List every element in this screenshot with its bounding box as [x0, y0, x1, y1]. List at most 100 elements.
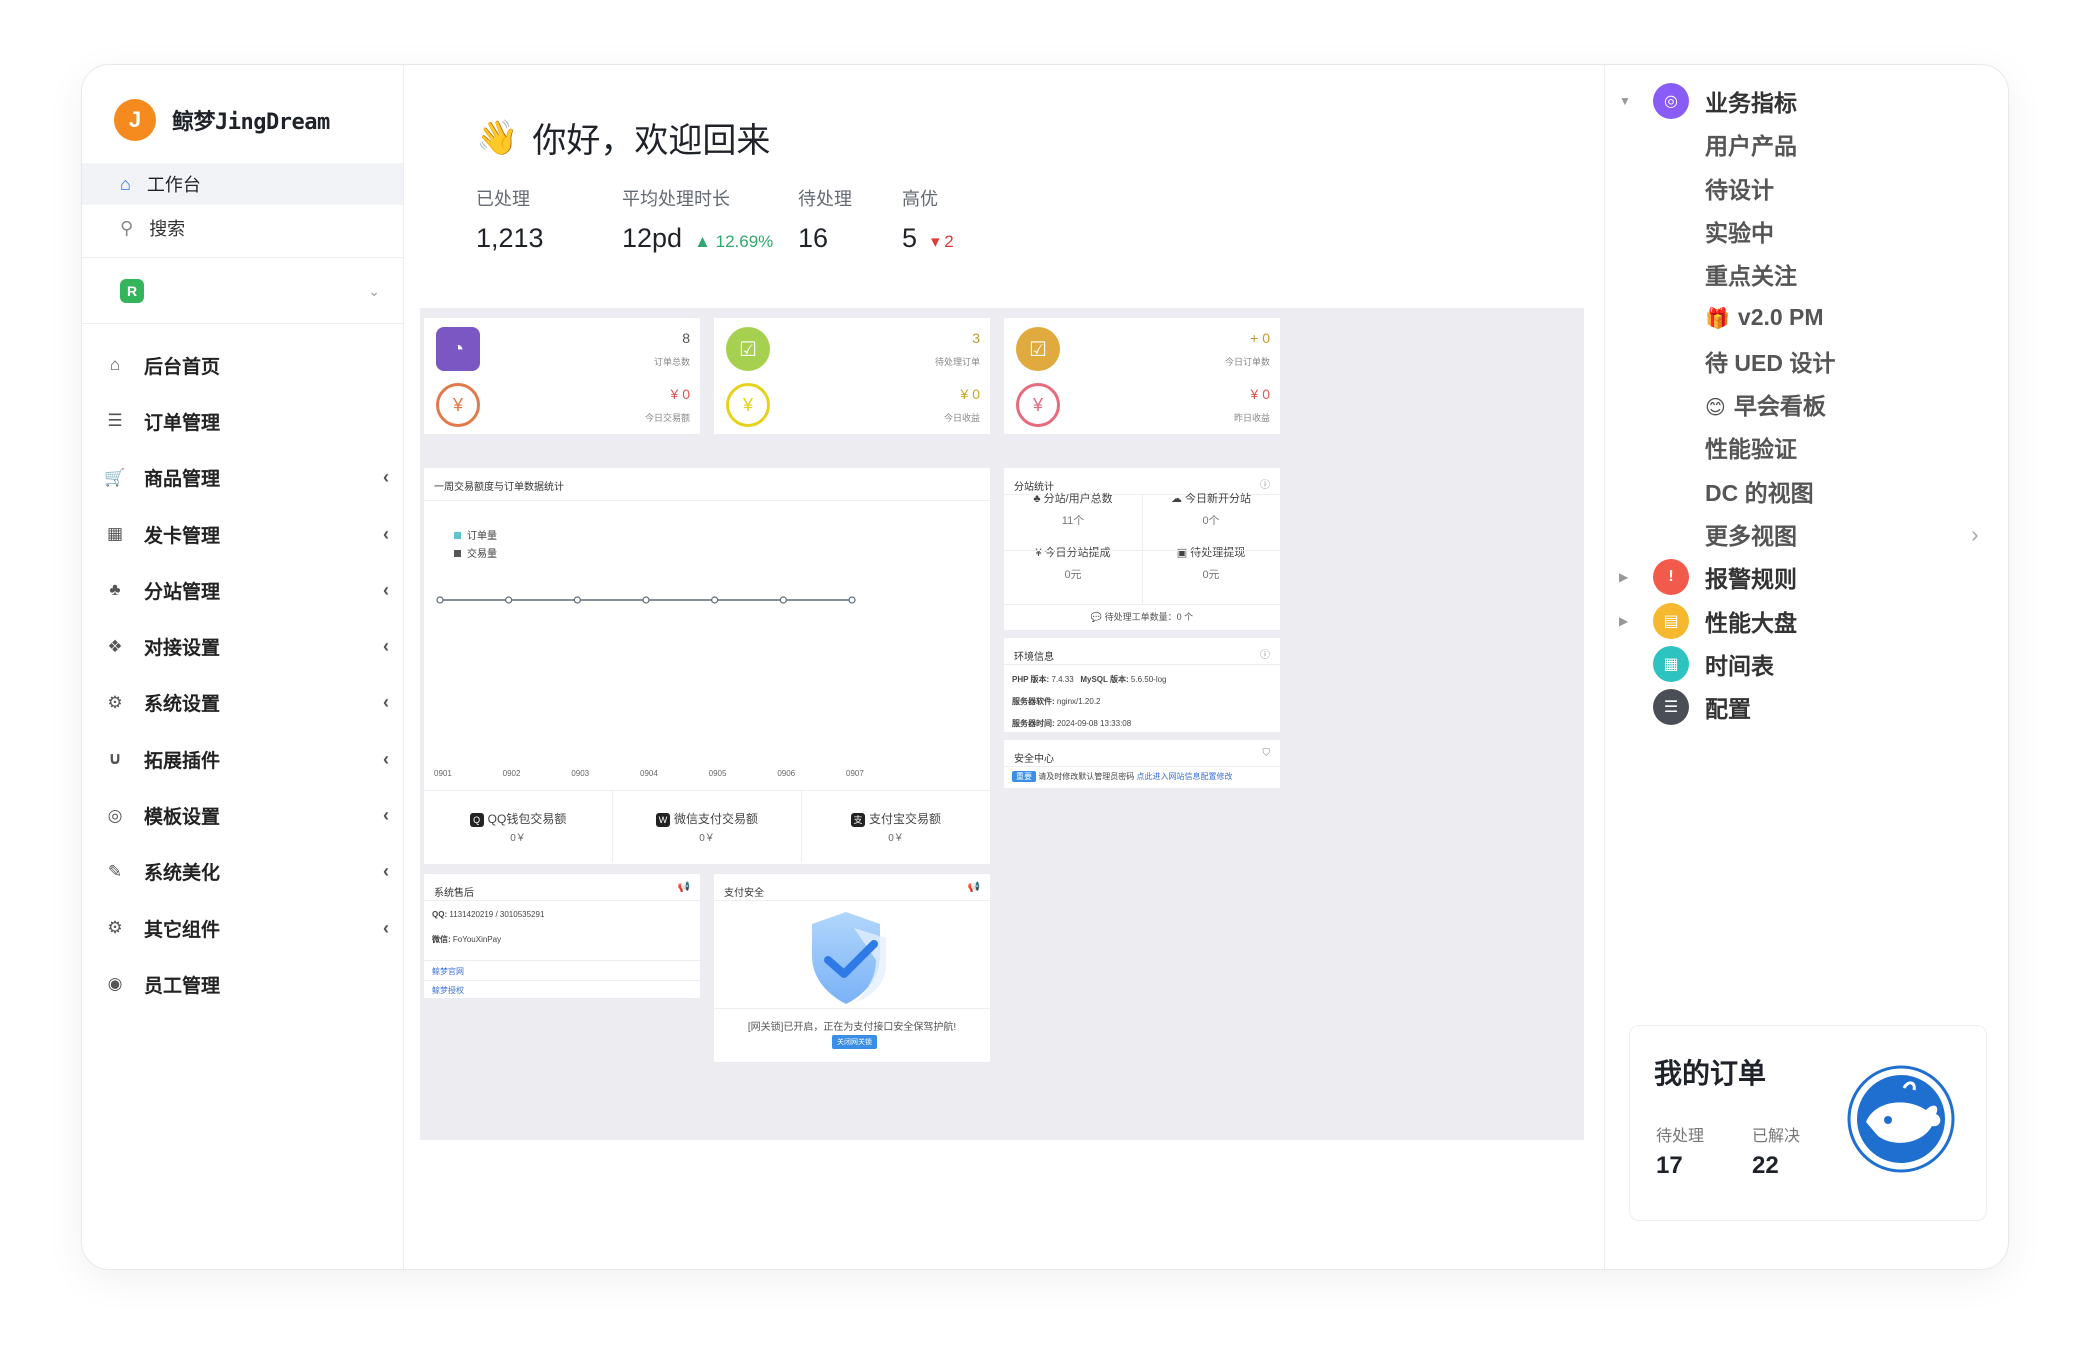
- data-point[interactable]: [573, 596, 581, 604]
- x-tick-label: 0907: [846, 769, 864, 778]
- chevron-left-icon: ‹: [383, 748, 389, 769]
- kpi-card[interactable]: ¥ ¥ 0 昨日收益: [1004, 374, 1280, 434]
- menu-item-2[interactable]: 🛒 商品管理 ‹: [82, 450, 403, 506]
- right-nav-label: 配置: [1705, 696, 1751, 723]
- avatar[interactable]: J: [114, 99, 156, 141]
- right-nav-label: 性能验证: [1705, 436, 1797, 463]
- right-nav-label: 待 UED 设计: [1705, 349, 1836, 376]
- pay-security-text: [网关锁]已开启，正在为支付接口安全保驾护航!: [747, 1022, 957, 1033]
- divider: [714, 1008, 990, 1009]
- link-official[interactable]: 鲸梦官网: [432, 966, 464, 977]
- security-link[interactable]: 点此进入网站信息配置修改: [1136, 772, 1232, 781]
- disable-gateway-button[interactable]: 关闭网关锁: [832, 1035, 877, 1049]
- kpi-card[interactable]: ☑ + 0 今日订单数: [1004, 318, 1280, 378]
- kpi-icon: ¥: [436, 383, 480, 427]
- divider: [82, 323, 403, 324]
- link-license[interactable]: 鲸梦授权: [432, 985, 464, 996]
- data-point[interactable]: [848, 596, 856, 604]
- group-icon: ▦: [1653, 645, 1689, 682]
- right-nav-item[interactable]: 待 UED 设计: [1605, 341, 2008, 381]
- env-time: 服务器时间: 2024-09-08 13:33:08: [1012, 718, 1131, 729]
- software-label: 服务器软件:: [1012, 697, 1055, 706]
- branch-stat-value: 11个: [1061, 515, 1085, 527]
- divider: [1142, 494, 1143, 604]
- menu-item-9[interactable]: ✎ 系统美化 ‹: [82, 844, 403, 900]
- menu-item-label: 发卡管理: [144, 525, 221, 547]
- right-nav-label: 待设计: [1705, 176, 1774, 203]
- menu-item-6[interactable]: ⚙ 系统设置 ‹: [82, 675, 403, 731]
- menu-item-5[interactable]: ❖ 对接设置 ‹: [82, 618, 403, 674]
- stat-delta: ▲ 12.69%: [694, 232, 774, 251]
- kpi-card[interactable]: ☑ 3 待处理订单: [714, 318, 990, 378]
- kpi-label: 今日交易额: [644, 413, 690, 423]
- menu-item-10[interactable]: ⚙ 其它组件 ‹: [82, 900, 403, 956]
- emoji-icon: 😊: [1705, 397, 1726, 420]
- right-nav-item[interactable]: ▶! 报警规则: [1605, 557, 2008, 597]
- qq-icon: Q: [469, 812, 484, 827]
- kpi-value: ¥ 0: [960, 386, 980, 402]
- cubes-icon: ❖: [107, 636, 123, 656]
- nav-search[interactable]: ⚲ 搜索: [82, 207, 403, 249]
- data-point[interactable]: [711, 596, 719, 604]
- menu-item-3[interactable]: ▦ 发卡管理 ‹: [82, 506, 403, 562]
- stat-value-row: 16: [798, 223, 902, 254]
- divider: [424, 960, 700, 961]
- menu-item-8[interactable]: ◎ 模板设置 ‹: [82, 787, 403, 843]
- right-nav-item[interactable]: 用户产品: [1605, 124, 2008, 164]
- branch-stat-text: 今日分站提成: [1044, 547, 1111, 559]
- kpi-label: 今日订单数: [1224, 357, 1270, 367]
- right-nav-item[interactable]: 实验中: [1605, 211, 2008, 251]
- chevron-right-icon[interactable]: ›: [1971, 521, 1979, 548]
- kpi-label: 订单总数: [653, 357, 690, 367]
- right-nav-item[interactable]: DC 的视图: [1605, 471, 2008, 511]
- stat-label: 待处理: [798, 189, 852, 209]
- kpi-card[interactable]: ¥ ¥ 0 今日交易额: [424, 374, 700, 434]
- kpi-value: ¥ 0: [670, 386, 690, 402]
- stat-value-row: 12pd ▲ 12.69%: [622, 223, 798, 254]
- menu-item-1[interactable]: ☰ 订单管理: [82, 393, 403, 449]
- my-orders-card[interactable]: 我的订单 待处理 17 已解决 22: [1629, 1025, 1987, 1221]
- right-nav-label: 早会看板: [1733, 393, 1826, 420]
- alipay-icon: 支: [850, 812, 865, 827]
- data-point[interactable]: [505, 596, 513, 604]
- brand-name: 鲸梦JingDream: [172, 110, 330, 135]
- menu-item-0[interactable]: ⌂ 后台首页: [82, 337, 403, 393]
- right-nav-item[interactable]: ☰ 配置: [1605, 687, 2008, 727]
- kpi-card[interactable]: ¥ ¥ 0 今日收益: [714, 374, 990, 434]
- stat-item: 高优 5 ▾ 2: [902, 185, 1022, 254]
- right-nav-label: 业务指标: [1705, 90, 1797, 116]
- data-point[interactable]: [642, 596, 650, 604]
- right-nav-item[interactable]: 性能验证: [1605, 427, 2008, 467]
- whale-logo-icon: [1847, 1065, 1955, 1173]
- right-nav-item[interactable]: ▼ ◎ 业务指标: [1605, 81, 2008, 121]
- right-nav-item[interactable]: ▶ ▤ 性能大盘: [1605, 601, 2008, 641]
- right-nav-item[interactable]: 更多视图 ›: [1605, 514, 2008, 554]
- mysql-version: 5.6.50-log: [1130, 675, 1167, 684]
- chevron-down-icon[interactable]: ⌄: [368, 283, 380, 300]
- greeting-text: 你好，欢迎回来: [532, 122, 771, 160]
- stat-item: 待处理 16: [798, 185, 902, 254]
- right-nav-item[interactable]: 🎁 v2.0 PM: [1605, 298, 2008, 338]
- right-nav-item[interactable]: 待设计: [1605, 168, 2008, 208]
- menu-item-4[interactable]: ♣ 分站管理 ‹: [82, 562, 403, 618]
- right-nav-item[interactable]: 😊 早会看板: [1605, 384, 2008, 424]
- brand[interactable]: J 鲸梦JingDream: [114, 99, 330, 141]
- php-version: 7.4.33: [1051, 675, 1074, 684]
- caret-right-icon[interactable]: ▶: [1619, 614, 1628, 628]
- kpi-card[interactable]: ◔ 8 订单总数: [424, 318, 700, 378]
- right-nav-item[interactable]: 重点关注: [1605, 254, 2008, 294]
- grid-icon: ▦: [106, 524, 124, 544]
- role-selector[interactable]: R ⌄: [120, 279, 380, 303]
- right-nav-label: 重点关注: [1705, 263, 1797, 290]
- nav-workspace[interactable]: ⌂ 工作台: [82, 163, 403, 205]
- data-point[interactable]: [436, 596, 444, 604]
- menu-item-7[interactable]: ∪ 拓展插件 ‹: [82, 731, 403, 787]
- caret-right-icon[interactable]: ▶: [1619, 570, 1628, 584]
- right-nav-item[interactable]: ▦ 时间表: [1605, 644, 2008, 684]
- data-point[interactable]: [779, 596, 787, 604]
- search-icon: ⚲: [120, 217, 134, 238]
- info-icon[interactable]: ⓘ: [1260, 646, 1270, 661]
- menu-item-11[interactable]: ◉ 员工管理: [82, 956, 403, 1012]
- chevron-left-icon: ‹: [383, 805, 389, 826]
- caret-down-icon[interactable]: ▼: [1619, 94, 1631, 108]
